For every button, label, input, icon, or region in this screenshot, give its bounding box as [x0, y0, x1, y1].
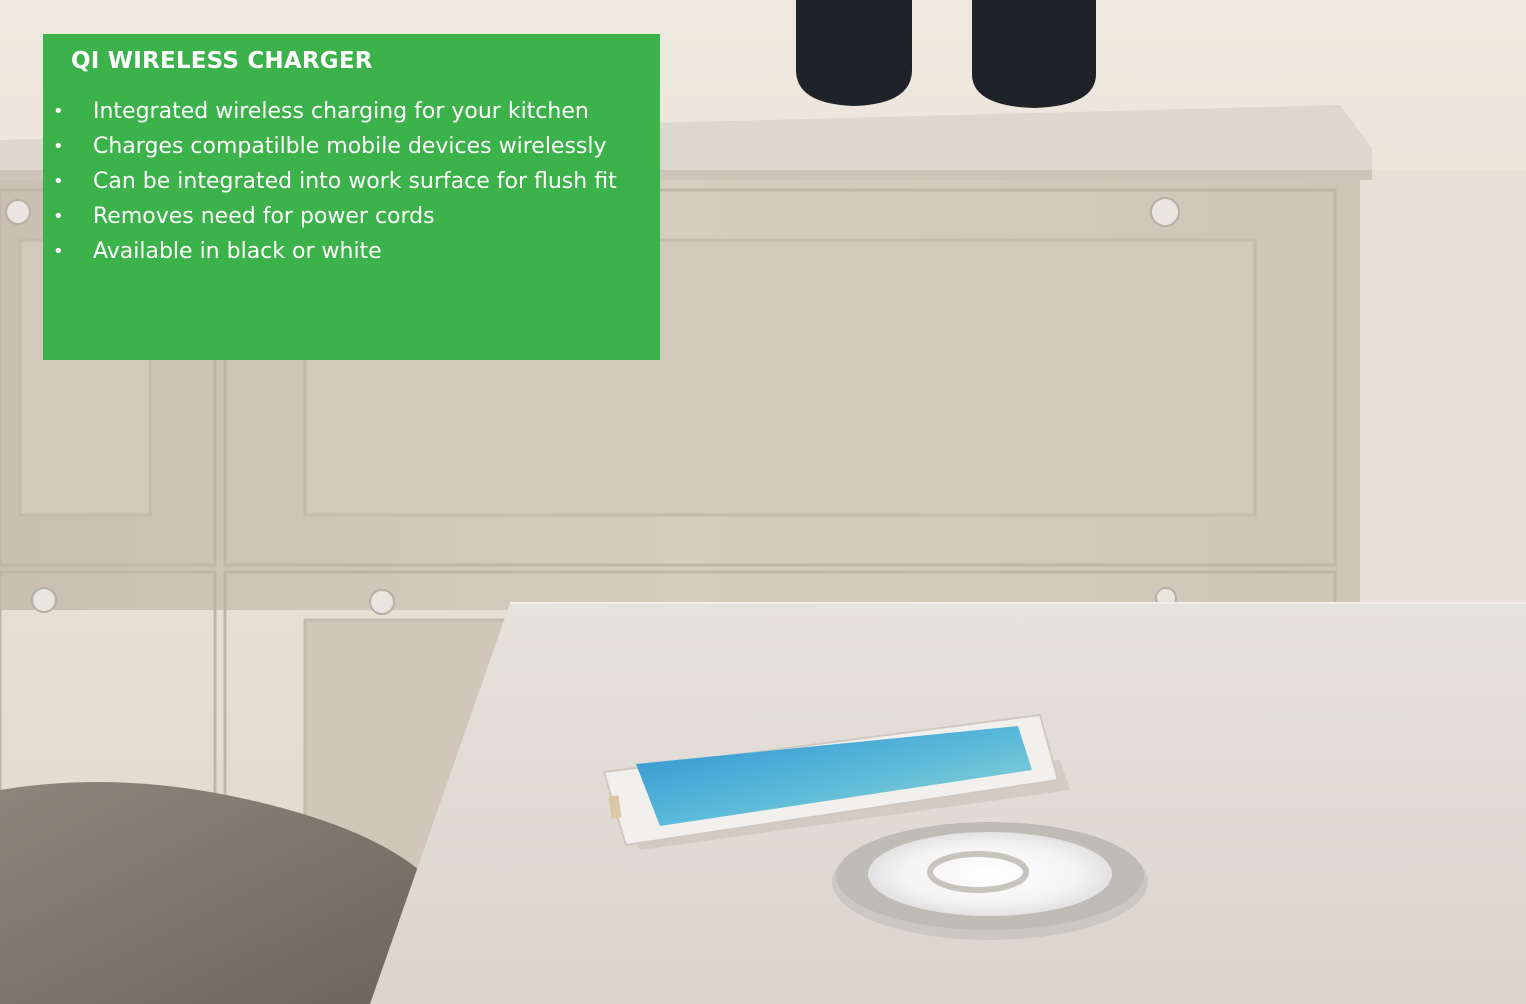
knob-icon	[369, 589, 395, 615]
knob-icon	[5, 199, 31, 225]
wall-right	[1360, 170, 1526, 610]
feature-text: Integrated wireless charging for your ki…	[93, 99, 589, 124]
charger-pad	[868, 832, 1112, 916]
bullet-icon: •	[53, 101, 64, 122]
feature-text: Can be integrated into work surface for …	[93, 169, 617, 194]
feature-panel: QI WIRELESS CHARGER • Integrated wireles…	[43, 34, 660, 360]
bullet-icon: •	[53, 171, 64, 192]
bullet-icon: •	[53, 136, 64, 157]
panel-title: QI WIRELESS CHARGER	[71, 48, 373, 74]
bullet-icon: •	[53, 241, 64, 262]
feature-text: Removes need for power cords	[93, 204, 435, 229]
bullet-icon: •	[53, 206, 64, 227]
knob-icon	[1150, 197, 1180, 227]
vase-right	[972, 0, 1096, 108]
vase-left	[796, 0, 912, 106]
feature-text: Charges compatilble mobile devices wirel…	[93, 134, 607, 159]
knob-icon	[31, 587, 57, 613]
feature-text: Available in black or white	[93, 239, 382, 264]
